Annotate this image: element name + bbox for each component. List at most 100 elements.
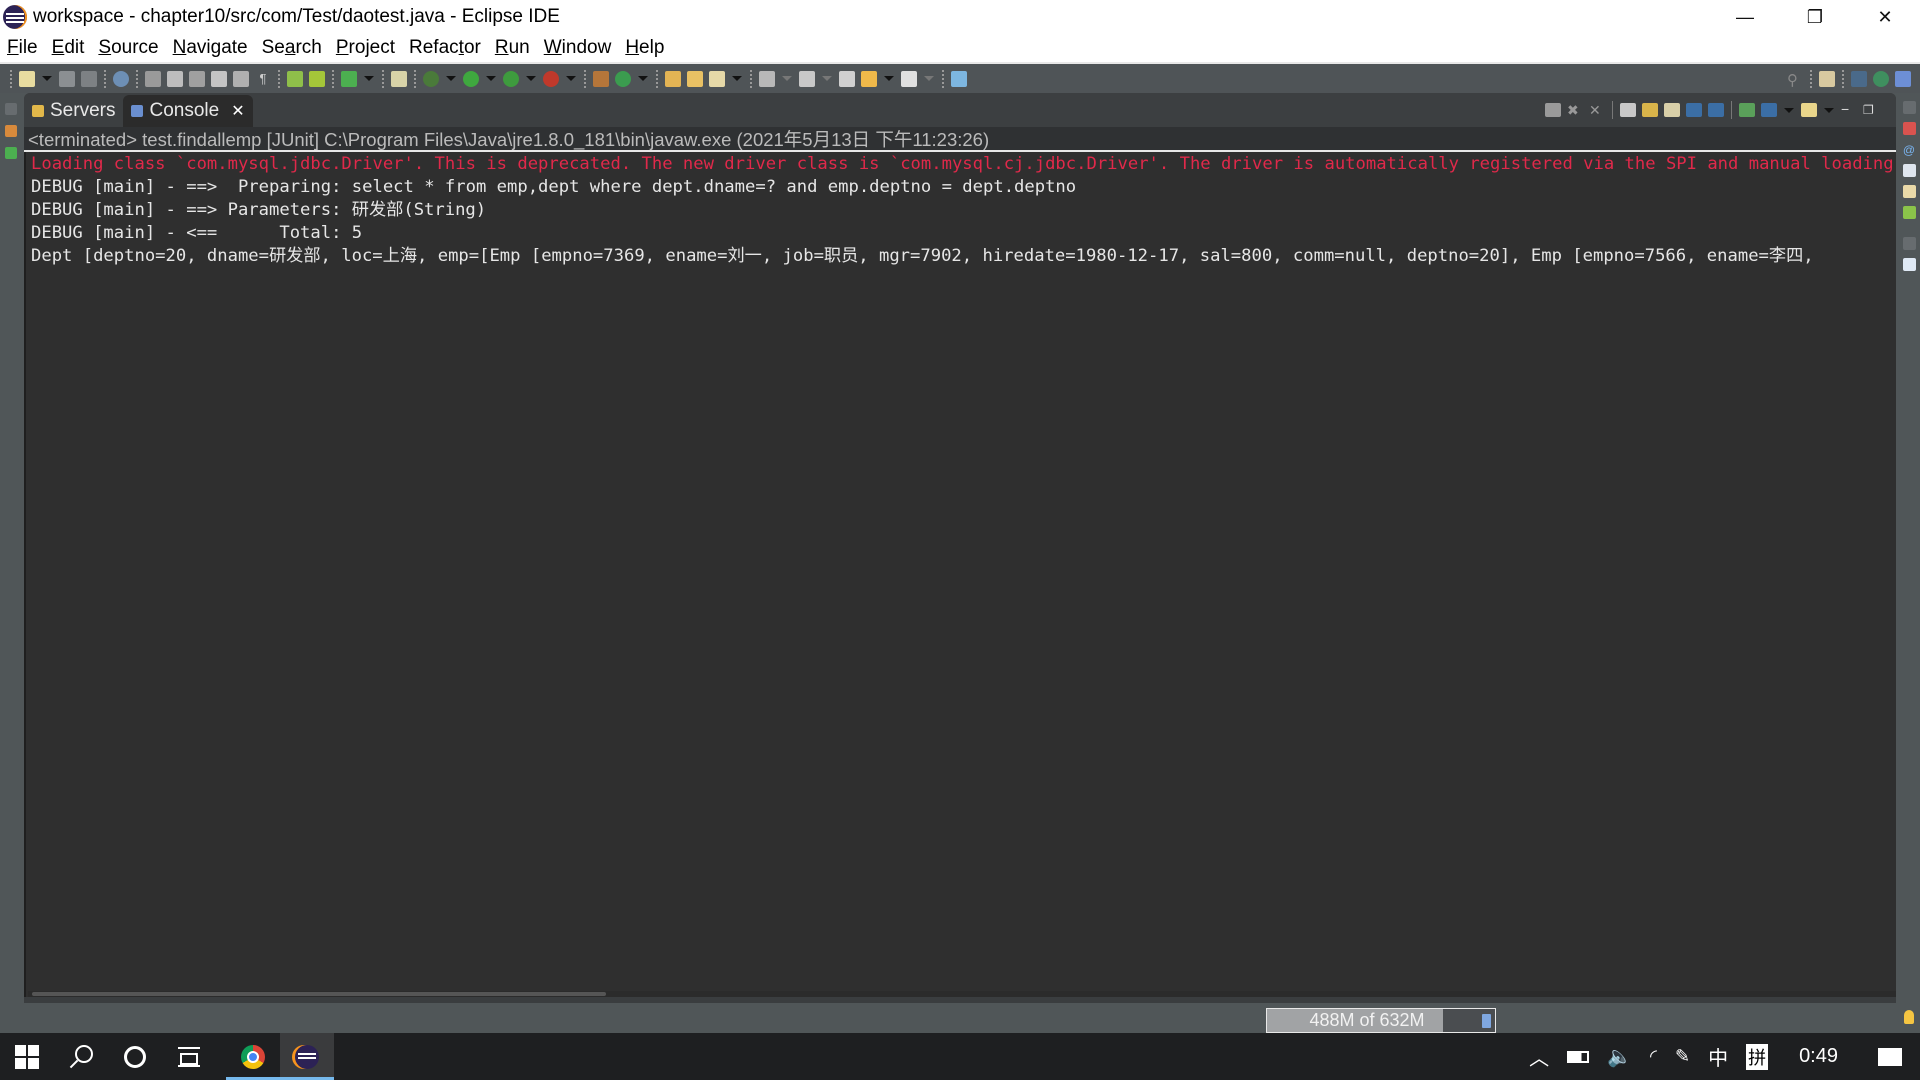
skip-breakpoints-icon[interactable] — [113, 70, 129, 87]
clock[interactable]: 0:49 — [1777, 1033, 1860, 1080]
search-tool-icon[interactable] — [709, 70, 725, 87]
javadoc-icon[interactable]: @ — [1903, 143, 1916, 157]
forward-icon[interactable] — [901, 70, 917, 87]
minimize-button[interactable]: — — [1710, 0, 1780, 34]
junit-icon[interactable] — [5, 147, 17, 159]
clear-console-icon[interactable] — [1620, 103, 1636, 117]
terminate-icon[interactable] — [1545, 103, 1561, 117]
coverage-dropdown-icon[interactable] — [526, 76, 536, 81]
java-ee-perspective-icon[interactable] — [1851, 70, 1867, 87]
menu-search[interactable]: Search — [262, 37, 322, 59]
android-sdk-icon[interactable] — [287, 70, 303, 87]
taskbar-app-chrome[interactable] — [226, 1033, 280, 1080]
debug-icon[interactable] — [423, 70, 439, 87]
battery-button[interactable] — [1558, 1033, 1598, 1080]
minimize-view-icon[interactable]: − — [1841, 102, 1857, 117]
previous-annotation-dropdown-icon[interactable] — [822, 76, 832, 81]
outline-icon[interactable] — [5, 125, 17, 137]
horizontal-scrollbar[interactable] — [28, 991, 1896, 997]
logcat-icon[interactable] — [1902, 206, 1916, 219]
task-icon[interactable] — [341, 70, 357, 87]
run-icon[interactable] — [463, 70, 479, 87]
tab-servers[interactable]: Servers — [24, 95, 123, 127]
ime-mode-button[interactable]: 拼 — [1737, 1033, 1777, 1080]
menu-project[interactable]: Project — [336, 37, 395, 59]
start-button[interactable] — [0, 1033, 54, 1080]
show-hidden-icons-button[interactable]: ︿ — [1520, 1033, 1558, 1080]
menu-help[interactable]: Help — [625, 37, 664, 59]
remove-all-terminated-icon[interactable]: ✕ — [1589, 103, 1605, 117]
menu-window[interactable]: Window — [544, 37, 612, 59]
forward-dropdown-icon[interactable] — [924, 76, 934, 81]
occurrences-icon[interactable] — [189, 70, 205, 87]
edit-icon[interactable] — [167, 70, 183, 87]
ime-language-button[interactable]: 中 — [1699, 1033, 1737, 1080]
new-java-class-icon[interactable] — [615, 70, 631, 87]
next-annotation-dropdown-icon[interactable] — [782, 76, 792, 81]
restore-stack-icon[interactable] — [1902, 237, 1916, 250]
declaration-icon[interactable] — [1902, 164, 1916, 177]
new-java-class-dropdown-icon[interactable] — [638, 76, 648, 81]
save-icon[interactable] — [59, 70, 75, 87]
menu-source[interactable]: Source — [98, 37, 158, 59]
open-perspective-icon[interactable] — [1819, 70, 1835, 87]
display-console-dropdown-icon[interactable] — [1784, 107, 1794, 113]
taskbar-search-button[interactable] — [54, 1033, 108, 1080]
database-perspective-icon[interactable] — [1895, 70, 1911, 87]
problems-icon[interactable] — [1902, 122, 1916, 135]
tab-console[interactable]: Console ✕ — [123, 95, 253, 127]
run-dropdown-icon[interactable] — [486, 76, 496, 81]
volume-button[interactable]: 🔈 — [1598, 1033, 1641, 1080]
restore-button[interactable]: ❐ — [1780, 0, 1850, 34]
pin-editor-icon[interactable] — [951, 70, 967, 87]
show-on-stdout-icon[interactable] — [1686, 103, 1702, 117]
task-list-icon[interactable] — [1902, 258, 1916, 271]
open-type-icon[interactable] — [665, 70, 681, 87]
tip-bulb-icon[interactable] — [1904, 1010, 1914, 1024]
toggle-comment-icon[interactable] — [145, 70, 161, 87]
search-view-icon[interactable] — [1902, 185, 1916, 198]
menu-edit[interactable]: Edit — [52, 37, 85, 59]
network-button[interactable]: ◜ — [1641, 1033, 1666, 1080]
block-selection-icon[interactable] — [211, 70, 227, 87]
menu-refactor[interactable]: Refactor — [409, 37, 481, 59]
next-annotation-icon[interactable] — [759, 70, 775, 87]
word-wrap-icon[interactable] — [233, 70, 249, 87]
back-icon[interactable] — [861, 70, 877, 87]
new-icon[interactable] — [19, 70, 35, 87]
new-package-icon[interactable] — [593, 70, 609, 87]
restore-stack-icon[interactable] — [5, 103, 17, 115]
back-dropdown-icon[interactable] — [884, 76, 894, 81]
display-selected-console-icon[interactable] — [1761, 103, 1777, 117]
remove-launch-icon[interactable]: ✖ — [1567, 103, 1583, 117]
external-tools-dropdown-icon[interactable] — [566, 76, 576, 81]
close-button[interactable]: ✕ — [1850, 0, 1920, 34]
menu-run[interactable]: Run — [495, 37, 530, 59]
garbage-collect-icon[interactable] — [1482, 1014, 1491, 1028]
open-console-dropdown-icon[interactable] — [1824, 107, 1834, 113]
search-icon[interactable]: ⚲ — [1787, 71, 1803, 89]
close-tab-icon[interactable]: ✕ — [231, 101, 244, 121]
scroll-lock-icon[interactable] — [1642, 103, 1658, 117]
debug-perspective-icon[interactable] — [1873, 70, 1889, 87]
show-whitespace-icon[interactable]: ¶ — [255, 71, 271, 87]
save-all-icon[interactable] — [81, 70, 97, 87]
open-console-icon[interactable] — [1801, 103, 1817, 117]
maximize-view-icon[interactable]: ❐ — [1863, 103, 1879, 117]
word-wrap-icon[interactable] — [1664, 103, 1680, 117]
previous-annotation-icon[interactable] — [799, 70, 815, 87]
android-avd-icon[interactable] — [309, 70, 325, 87]
coverage-icon[interactable] — [503, 70, 519, 87]
action-center-button[interactable] — [1860, 1033, 1920, 1080]
open-task-icon[interactable] — [687, 70, 703, 87]
menu-file[interactable]: File — [7, 37, 38, 59]
search-dropdown-icon[interactable] — [732, 76, 742, 81]
task-view-button[interactable] — [162, 1033, 216, 1080]
task-dropdown-icon[interactable] — [364, 76, 374, 81]
last-edit-location-icon[interactable] — [839, 70, 855, 87]
external-tools-icon[interactable] — [543, 70, 559, 87]
new-class-icon[interactable] — [391, 70, 407, 87]
cortana-button[interactable] — [108, 1033, 162, 1080]
debug-dropdown-icon[interactable] — [446, 76, 456, 81]
menu-navigate[interactable]: Navigate — [173, 37, 248, 59]
